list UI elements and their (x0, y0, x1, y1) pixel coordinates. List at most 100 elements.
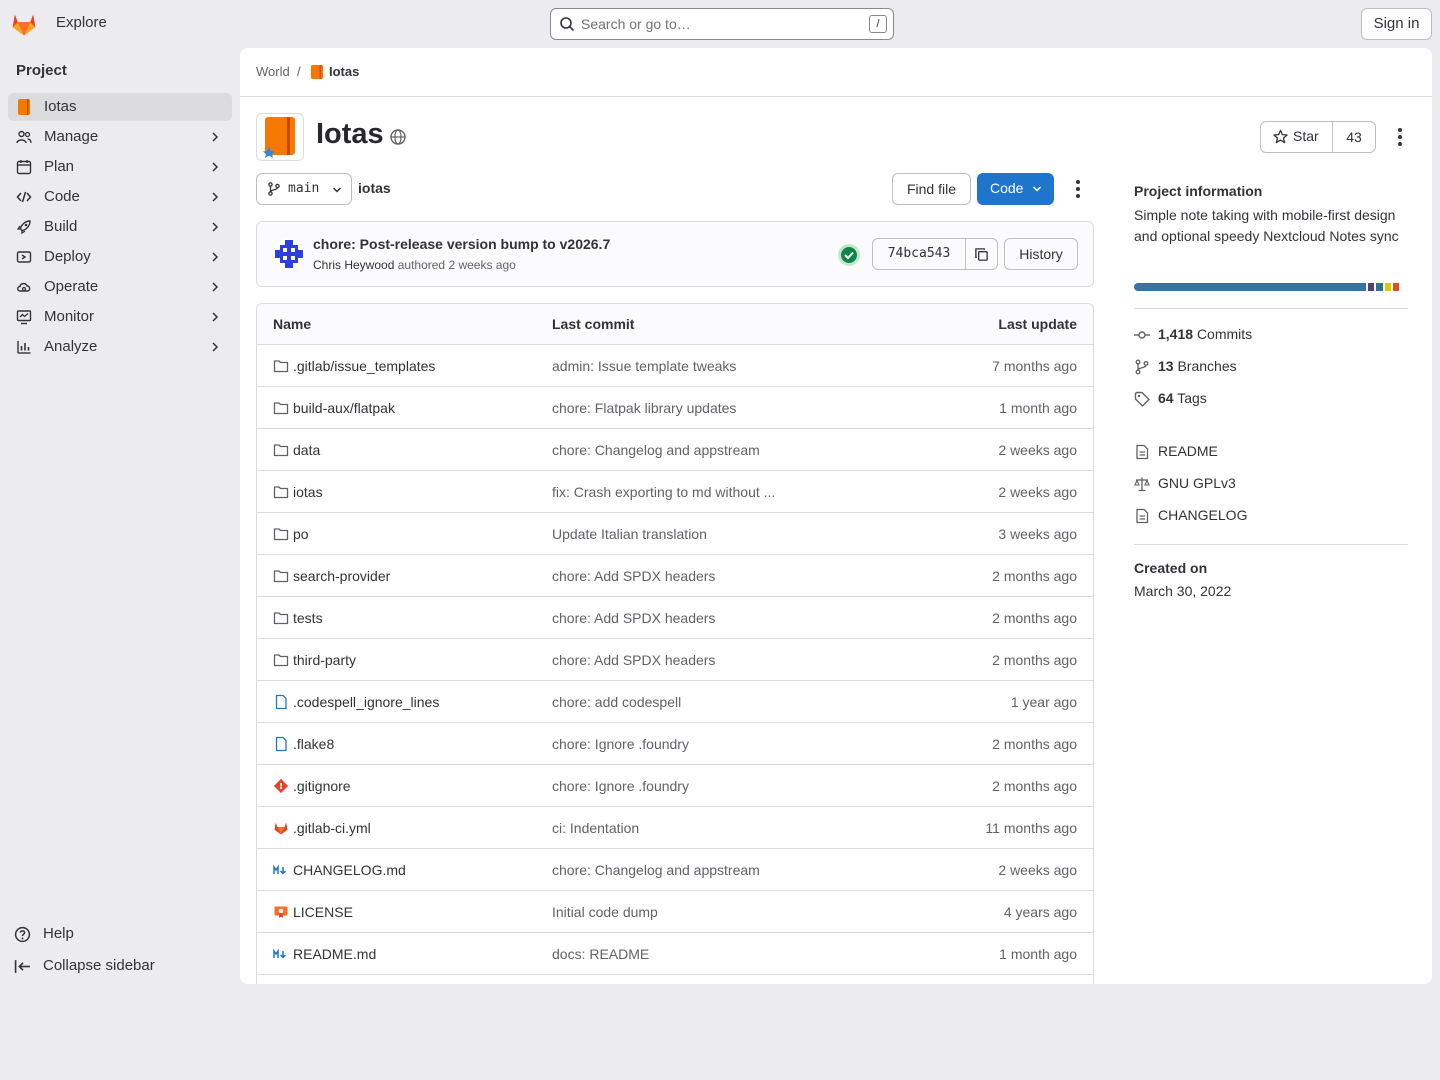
commit-message-link[interactable]: Update Italian translation (552, 526, 707, 542)
table-row[interactable]: .codespell_ignore_lines chore: add codesp… (257, 681, 1093, 723)
file-name-link[interactable]: LICENSE (293, 904, 353, 920)
sidebar-item-manage[interactable]: Manage (8, 123, 232, 151)
star-button-group: Star 43 (1260, 121, 1376, 153)
file-name-link[interactable]: build-aux/flatpak (293, 400, 395, 416)
table-row[interactable]: README.md docs: README 1 month ago (257, 933, 1093, 975)
table-row[interactable]: tests chore: Add SPDX headers 2 months ago (257, 597, 1093, 639)
file-name-link[interactable]: data (293, 442, 320, 458)
sidebar-item-iotas[interactable]: Iotas (8, 93, 232, 121)
file-name-link[interactable]: tests (293, 610, 323, 626)
file-name-link[interactable]: README.md (293, 946, 376, 962)
branches-link[interactable]: 13 Branches (1134, 356, 1408, 376)
sidebar-item-label: Plan (44, 158, 75, 175)
file-name-link[interactable]: po (293, 526, 309, 542)
commit-message-link[interactable]: chore: Changelog and appstream (552, 862, 760, 878)
code-dropdown-button[interactable]: Code (977, 173, 1054, 205)
language-segment[interactable] (1384, 283, 1391, 291)
scale-icon (1134, 477, 1150, 492)
branch-selector[interactable]: main (256, 173, 352, 205)
table-row[interactable]: third-party chore: Add SPDX headers 2 mont… (257, 639, 1093, 681)
author-avatar[interactable] (273, 238, 305, 270)
commit-sha[interactable]: 74bca543 (873, 239, 966, 269)
commit-message-link[interactable]: docs: README (552, 946, 649, 962)
commit-title-link[interactable]: chore: Post-release version bump to v202… (313, 236, 610, 252)
table-row[interactable]: .flake8 chore: Ignore .foundry 2 months ag… (257, 723, 1093, 765)
more-actions-icon[interactable] (1068, 178, 1088, 200)
project-description: Simple note taking with mobile-first des… (1134, 207, 1399, 244)
table-row[interactable]: LICENSE Initial code dump 4 years ago (257, 891, 1093, 933)
table-row[interactable]: iotas fix: Crash exporting to md without … (257, 471, 1093, 513)
language-segment[interactable] (1376, 283, 1383, 291)
table-row[interactable]: .gitlab-ci.yml ci: Indentation 11 months a… (257, 807, 1093, 849)
table-row[interactable]: search-provider chore: Add SPDX headers 2 … (257, 555, 1093, 597)
repo-path[interactable]: iotas (358, 180, 391, 196)
breadcrumb-project-link[interactable]: Iotas (329, 64, 359, 79)
file-name-link[interactable]: .gitlab/issue_templates (293, 358, 435, 374)
commit-message-link[interactable]: chore: Add SPDX headers (552, 652, 715, 668)
project-avatar (256, 113, 304, 161)
table-row[interactable]: .gitlab/issue_templates admin: Issue temp… (257, 345, 1093, 387)
commit-message-link[interactable]: chore: Ignore .foundry (552, 778, 689, 794)
commit-message-link[interactable]: chore: Changelog and appstream (552, 442, 760, 458)
commit-message-link[interactable]: Initial code dump (552, 904, 658, 920)
history-button[interactable]: History (1004, 238, 1078, 270)
commit-message-link[interactable]: chore: Add SPDX headers (552, 568, 715, 584)
document-icon (1136, 444, 1149, 460)
commit-message-link[interactable]: chore: add codespell (552, 694, 681, 710)
last-update: 2 weeks ago (998, 484, 1077, 500)
last-update: 2 months ago (992, 736, 1077, 752)
table-row[interactable]: CHANGELOG.md chore: Changelog and appstre… (257, 849, 1093, 891)
more-actions-icon[interactable] (1390, 126, 1410, 148)
markdown-icon (273, 862, 289, 878)
commit-message-link[interactable]: chore: Add SPDX headers (552, 610, 715, 626)
sidebar-item-operate[interactable]: Operate (8, 273, 232, 301)
commit-message-link[interactable]: ci: Indentation (552, 820, 639, 836)
language-segment[interactable] (1392, 283, 1400, 291)
find-file-button[interactable]: Find file (892, 173, 971, 205)
copy-icon[interactable] (974, 247, 989, 262)
sidebar-item-analyze[interactable]: Analyze (8, 333, 232, 361)
commit-message-link[interactable]: chore: Ignore .foundry (552, 736, 689, 752)
help-button[interactable]: Help (8, 920, 232, 948)
collapse-sidebar-button[interactable]: Collapse sidebar (8, 952, 232, 980)
pipeline-passed-icon[interactable] (837, 243, 861, 267)
file-icon (273, 694, 289, 710)
search-input[interactable]: Search or go to… / (550, 8, 894, 40)
table-row[interactable]: .gitignore chore: Ignore .foundry 2 months… (257, 765, 1093, 807)
file-name-link[interactable]: search-provider (293, 568, 390, 584)
changelog-link[interactable]: CHANGELOG (1134, 505, 1408, 525)
sidebar-item-monitor[interactable]: Monitor (8, 303, 232, 331)
sidebar-item-code[interactable]: Code (8, 183, 232, 211)
table-row[interactable]: build-aux/flatpak chore: Flatpak library … (257, 387, 1093, 429)
file-name-link[interactable]: .flake8 (293, 736, 334, 752)
gitlab-logo-icon[interactable] (10, 10, 38, 38)
file-name-link[interactable]: .gitignore (293, 778, 351, 794)
language-segment[interactable] (1134, 283, 1367, 291)
table-row[interactable]: po Update Italian translation 3 weeks ago (257, 513, 1093, 555)
commit-author-link[interactable]: Chris Heywood (313, 258, 394, 272)
commits-link[interactable]: 1,418 Commits (1134, 324, 1408, 344)
file-name-link[interactable]: iotas (293, 484, 323, 500)
file-name-link[interactable]: CHANGELOG.md (293, 862, 406, 878)
sidebar-item-build[interactable]: Build (8, 213, 232, 241)
sidebar-item-plan[interactable]: Plan (8, 153, 232, 181)
language-bar[interactable] (1134, 283, 1408, 291)
star-count[interactable]: 43 (1333, 122, 1375, 152)
commit-message-link[interactable]: admin: Issue template tweaks (552, 358, 736, 374)
explore-link[interactable]: Explore (56, 14, 107, 31)
folder-icon (273, 358, 289, 374)
star-button[interactable]: Star (1261, 122, 1333, 152)
file-name-link[interactable]: third-party (293, 652, 356, 668)
file-name-link[interactable]: .gitlab-ci.yml (293, 820, 371, 836)
file-name-link[interactable]: .codespell_ignore_lines (293, 694, 439, 710)
license-link[interactable]: GNU GPLv3 (1134, 473, 1408, 493)
sign-in-button[interactable]: Sign in (1361, 8, 1432, 40)
readme-link[interactable]: README (1134, 441, 1408, 461)
tags-link[interactable]: 64 Tags (1134, 388, 1408, 408)
commit-message-link[interactable]: fix: Crash exporting to md without ... (552, 484, 775, 500)
language-segment[interactable] (1368, 283, 1375, 291)
commit-message-link[interactable]: chore: Flatpak library updates (552, 400, 736, 416)
sidebar-item-deploy[interactable]: Deploy (8, 243, 232, 271)
breadcrumb-group-link[interactable]: World (256, 64, 290, 79)
table-row[interactable]: data chore: Changelog and appstream 2 week… (257, 429, 1093, 471)
